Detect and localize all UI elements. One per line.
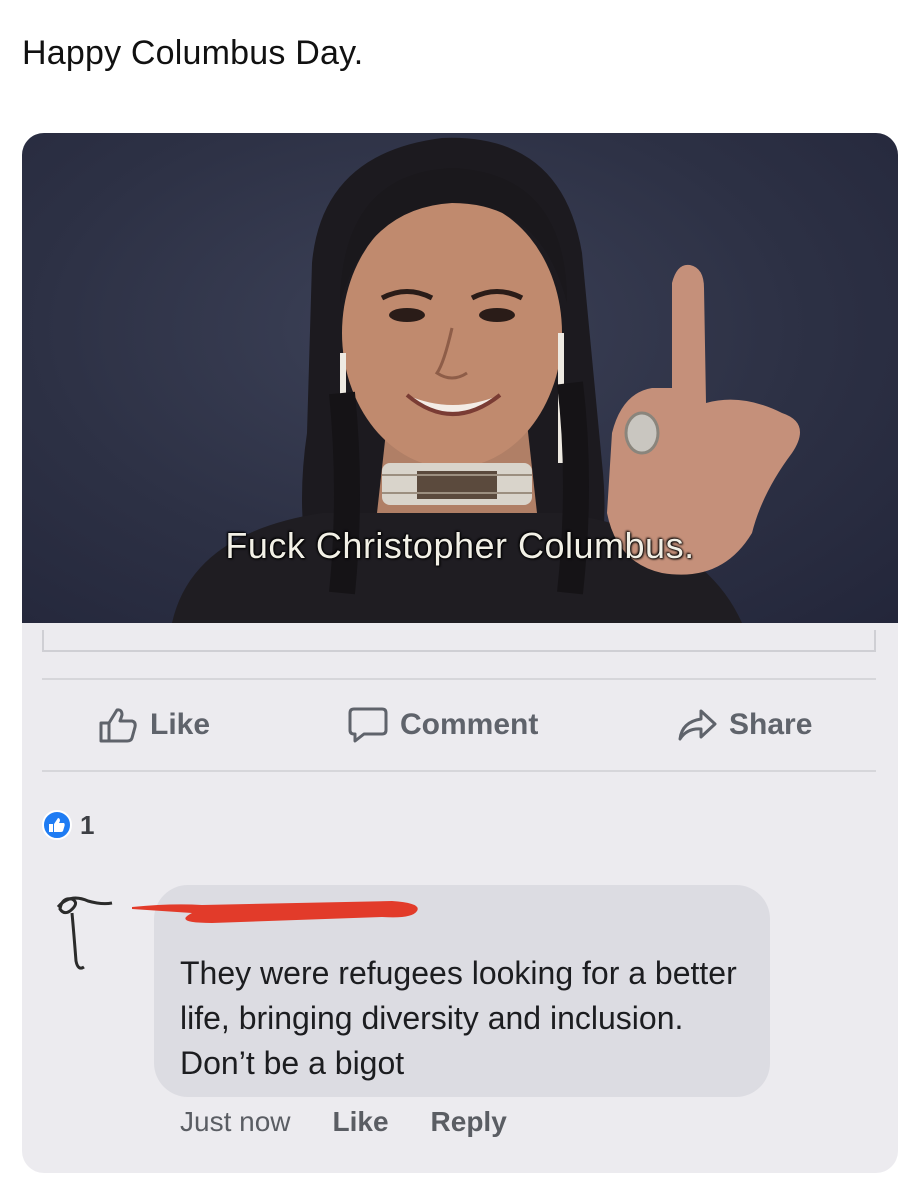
comment-reply-button[interactable]: Reply: [431, 1106, 507, 1138]
like-badge-icon: [42, 810, 72, 840]
divider-bottom: [42, 770, 876, 772]
share-button[interactable]: Share: [677, 703, 812, 747]
link-preview-frame: [42, 630, 876, 652]
divider-top: [42, 678, 876, 680]
comment-meta: Just now Like Reply: [180, 1106, 507, 1138]
comment-label: Comment: [400, 708, 539, 741]
post-image[interactable]: Fuck Christopher Columbus.: [22, 133, 898, 623]
reaction-summary[interactable]: 1: [42, 808, 94, 842]
redacted-author-name: [132, 893, 432, 934]
speech-bubble-icon: [348, 706, 388, 744]
comment-timestamp[interactable]: Just now: [180, 1106, 291, 1138]
comment-like-button[interactable]: Like: [333, 1106, 389, 1138]
share-arrow-icon: [677, 708, 717, 742]
reaction-count: 1: [80, 809, 95, 840]
share-label: Share: [729, 708, 813, 741]
comment-button[interactable]: Comment: [348, 703, 538, 747]
like-label: Like: [150, 708, 211, 741]
thumbs-up-icon: [98, 707, 138, 743]
comment-text: They were refugees looking for a better …: [180, 955, 737, 1081]
like-button[interactable]: Like: [98, 703, 210, 747]
post-caption: Happy Columbus Day.: [22, 34, 364, 72]
image-subtitle: Fuck Christopher Columbus.: [225, 525, 695, 566]
commenter-avatar[interactable]: [50, 885, 120, 985]
post-card: Fuck Christopher Columbus. Like Comment …: [22, 133, 898, 1173]
